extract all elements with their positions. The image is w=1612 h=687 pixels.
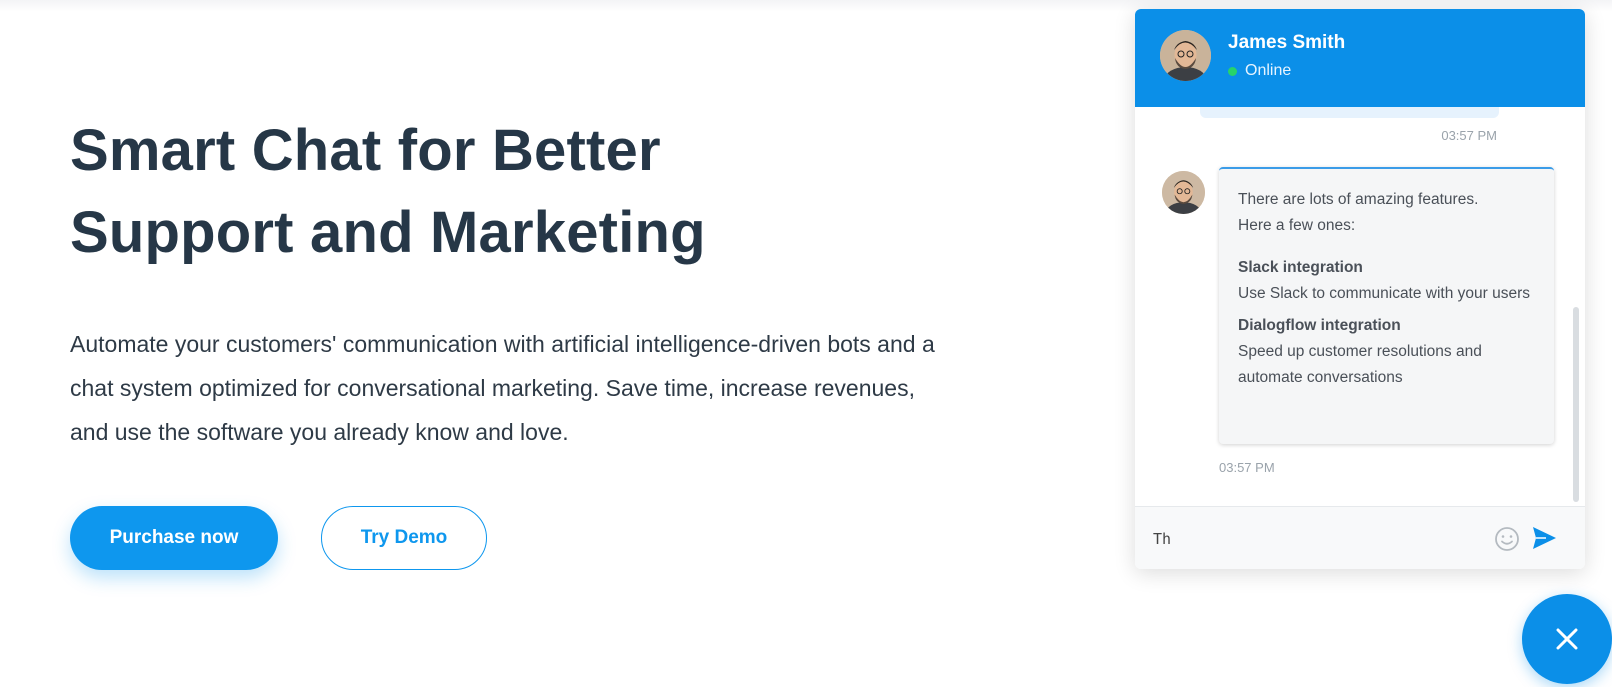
purchase-now-button[interactable]: Purchase now <box>70 506 278 570</box>
hero-title-line1: Smart Chat for Better <box>70 118 661 183</box>
feature-title: Dialogflow integration <box>1238 317 1401 334</box>
agent-avatar <box>1160 30 1211 81</box>
try-demo-button[interactable]: Try Demo <box>321 506 487 570</box>
cta-group: Purchase now Try Demo <box>70 506 970 570</box>
status-label: Online <box>1245 62 1292 79</box>
message-intro-line2: Here a few ones: <box>1238 217 1356 234</box>
agent-status: Online <box>1228 62 1291 80</box>
previous-message-time: 03:57 PM <box>1441 128 1497 143</box>
close-chat-button[interactable] <box>1522 594 1612 684</box>
hero-section: Smart Chat for Better Support and Market… <box>70 110 970 570</box>
chat-widget: James Smith Online 03:57 PM There are lo… <box>1135 9 1585 569</box>
message-input[interactable] <box>1153 525 1463 553</box>
feature-item: Dialogflow integration Speed up customer… <box>1238 313 1535 391</box>
online-dot-icon <box>1228 66 1237 76</box>
close-icon <box>1556 628 1578 650</box>
emoji-icon[interactable] <box>1493 525 1521 553</box>
feature-item: Slack integration Use Slack to communica… <box>1238 255 1535 307</box>
message-intro-line1: There are lots of amazing features. <box>1238 191 1479 208</box>
send-icon[interactable] <box>1529 523 1559 553</box>
message-bubble: There are lots of amazing features. Here… <box>1219 167 1554 444</box>
hero-title: Smart Chat for Better Support and Market… <box>70 110 970 274</box>
hero-title-line2: Support and Marketing <box>70 200 706 265</box>
message-list[interactable]: 03:57 PM There are lots of amazing featu… <box>1135 107 1585 506</box>
previous-message-bubble <box>1200 107 1499 118</box>
message-avatar <box>1162 171 1205 214</box>
feature-text: Use Slack to communicate with your users <box>1238 285 1531 302</box>
feature-title: Slack integration <box>1238 259 1363 276</box>
hero-description: Automate your customers' communication w… <box>70 331 935 445</box>
agent-name: James Smith <box>1228 32 1346 53</box>
message-time: 03:57 PM <box>1219 460 1275 475</box>
message-scrollbar[interactable] <box>1573 307 1579 502</box>
feature-text: Speed up customer resolutions and automa… <box>1238 343 1482 386</box>
message-composer <box>1135 506 1585 569</box>
chat-header: James Smith Online <box>1135 9 1585 107</box>
